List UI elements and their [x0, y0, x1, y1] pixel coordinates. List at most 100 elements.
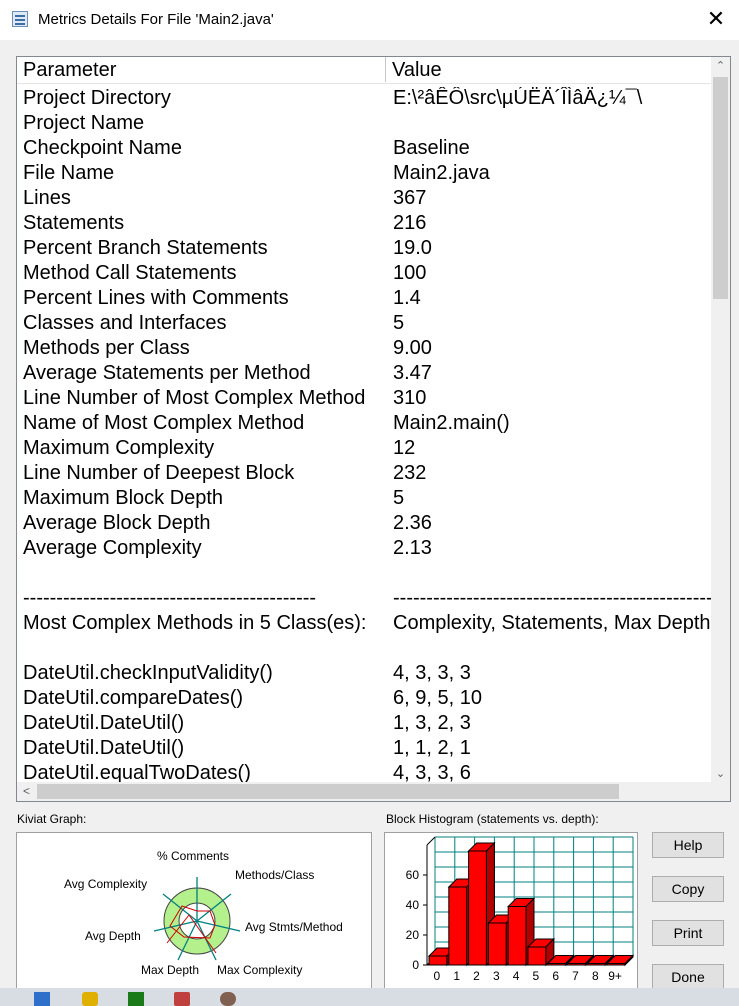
x-tick-label: 9+: [608, 969, 622, 983]
value-cell: 3.47: [393, 362, 432, 384]
table-row[interactable]: Statements 216: [17, 210, 711, 235]
histogram-bar: [547, 963, 567, 966]
table-row[interactable]: File Name Main2.java: [17, 160, 711, 185]
value-cell: 1, 3, 2, 3: [393, 712, 471, 734]
table-row[interactable]: Average Statements per Method 3.47: [17, 360, 711, 385]
table-row[interactable]: Project Directory E:\²âÊÔ\src\µÚËÄ´ÎÌâÄ¿¼…: [17, 85, 711, 110]
histogram-bar: [468, 850, 487, 966]
histogram-bar: [448, 886, 468, 966]
table-row[interactable]: Line Number of Deepest Block 232: [17, 460, 711, 485]
value-cell: 6, 9, 5, 10: [393, 687, 482, 709]
table-row[interactable]: Line Number of Most Complex Method 310: [17, 385, 711, 410]
x-tick-label: 1: [453, 969, 460, 983]
parameter-cell: ----------------------------------------…: [23, 587, 317, 609]
table-row[interactable]: Checkpoint Name Baseline: [17, 135, 711, 160]
kiviat-axis-avg-depth: Avg Depth: [85, 929, 141, 943]
table-row[interactable]: Average Complexity 2.13: [17, 535, 711, 560]
taskbar-app-icon[interactable]: [174, 992, 190, 1006]
metrics-list[interactable]: Parameter Value Project Directory E:\²âÊÔ…: [16, 56, 731, 802]
scroll-up-icon[interactable]: ⌃: [711, 57, 730, 76]
value-cell: Baseline: [393, 137, 470, 159]
table-row[interactable]: Percent Branch Statements 19.0: [17, 235, 711, 260]
parameter-cell: Line Number of Most Complex Method: [23, 387, 366, 409]
parameter-cell: Checkpoint Name: [23, 137, 182, 159]
scroll-left-icon[interactable]: <: [17, 782, 36, 801]
vertical-scroll-thumb[interactable]: [713, 77, 728, 299]
table-row[interactable]: Lines 367: [17, 185, 711, 210]
column-header-parameter[interactable]: Parameter: [17, 57, 386, 82]
y-tick-label: 40: [406, 898, 420, 912]
table-row[interactable]: DateUtil.checkInputValidity() 4, 3, 3, 3: [17, 660, 711, 685]
list-header: Parameter Value: [17, 57, 711, 84]
print-button[interactable]: Print: [652, 920, 724, 946]
taskbar-app-icon[interactable]: [128, 992, 144, 1006]
histogram-bar: [586, 963, 606, 966]
block-histogram: 0 20 40 60 0 1 2 3 4 5 6 7 8 9+: [384, 832, 638, 992]
table-row[interactable]: Maximum Complexity 12: [17, 435, 711, 460]
parameter-cell: DateUtil.compareDates(): [23, 687, 244, 709]
table-row[interactable]: DateUtil.DateUtil() 1, 3, 2, 3: [17, 710, 711, 735]
value-cell: 1.4: [393, 287, 421, 309]
table-row[interactable]: Most Complex Methods in 5 Class(es): Comp…: [17, 610, 711, 635]
table-row[interactable]: Name of Most Complex Method Main2.main(): [17, 410, 711, 435]
parameter-cell: Percent Branch Statements: [23, 237, 268, 259]
table-row[interactable]: Methods per Class 9.00: [17, 335, 711, 360]
x-tick-label: 5: [533, 969, 540, 983]
scroll-corner: [711, 782, 730, 801]
table-row[interactable]: Method Call Statements 100: [17, 260, 711, 285]
y-tick-label: 60: [406, 868, 420, 882]
parameter-cell: Percent Lines with Comments: [23, 287, 289, 309]
horizontal-scrollbar[interactable]: < >: [17, 782, 724, 801]
parameter-cell: Average Statements per Method: [23, 362, 311, 384]
histogram-bar: [606, 963, 626, 966]
vertical-scrollbar[interactable]: ⌃ ⌄: [711, 57, 730, 784]
parameter-cell: Average Complexity: [23, 537, 202, 559]
table-row[interactable]: [17, 560, 711, 585]
y-tick-label: 20: [406, 928, 420, 942]
done-button[interactable]: Done: [652, 964, 724, 990]
title-bar: Metrics Details For File 'Main2.java' ✕: [0, 0, 739, 40]
parameter-cell: Most Complex Methods in 5 Class(es):: [23, 612, 367, 634]
value-cell: 5: [393, 487, 405, 509]
list-rows: Project Directory E:\²âÊÔ\src\µÚËÄ´ÎÌâÄ¿¼…: [17, 85, 711, 782]
table-row[interactable]: Maximum Block Depth 5: [17, 485, 711, 510]
app-icon: [12, 11, 28, 27]
value-cell: Main2.java: [393, 162, 490, 184]
value-cell: 232: [393, 462, 427, 484]
kiviat-axis-avg-stmts: Avg Stmts/Method: [245, 920, 343, 934]
table-row[interactable]: ----------------------------------------…: [17, 585, 711, 610]
parameter-cell: Line Number of Deepest Block: [23, 462, 295, 484]
value-cell: 100: [393, 262, 427, 284]
table-row[interactable]: Project Name: [17, 110, 711, 135]
table-row[interactable]: Percent Lines with Comments 1.4: [17, 285, 711, 310]
parameter-cell: Lines: [23, 187, 71, 209]
value-cell: Complexity, Statements, Max Depth: [393, 612, 711, 634]
histogram-bar: [567, 963, 586, 966]
table-row[interactable]: Classes and Interfaces 5: [17, 310, 711, 335]
value-cell: 2.36: [393, 512, 432, 534]
value-cell: E:\²âÊÔ\src\µÚËÄ´ÎÌâÄ¿¼¯\: [393, 87, 643, 109]
parameter-cell: DateUtil.DateUtil(): [23, 737, 185, 759]
copy-button[interactable]: Copy: [652, 876, 724, 902]
value-cell: 9.00: [393, 337, 432, 359]
close-button[interactable]: ✕: [693, 0, 739, 40]
table-row[interactable]: DateUtil.compareDates() 6, 9, 5, 10: [17, 685, 711, 710]
table-row[interactable]: Average Block Depth 2.36: [17, 510, 711, 535]
histogram-bar: [487, 922, 507, 966]
taskbar-app-icon[interactable]: [34, 992, 50, 1006]
taskbar-app-icon[interactable]: [82, 992, 98, 1006]
parameter-cell: Methods per Class: [23, 337, 190, 359]
parameter-cell: Name of Most Complex Method: [23, 412, 305, 434]
taskbar-app-icon[interactable]: [220, 992, 236, 1006]
table-row[interactable]: [17, 635, 711, 660]
kiviat-label: Kiviat Graph:: [17, 812, 87, 826]
value-cell: 19.0: [393, 237, 432, 259]
axis-depth: [426, 836, 436, 846]
horizontal-scroll-thumb[interactable]: [37, 784, 619, 799]
column-header-value[interactable]: Value: [386, 57, 711, 82]
table-row[interactable]: DateUtil.DateUtil() 1, 1, 2, 1: [17, 735, 711, 760]
help-button[interactable]: Help: [652, 832, 724, 858]
table-row[interactable]: DateUtil.equalTwoDates() 4, 3, 3, 6: [17, 760, 711, 782]
histogram-bar: [428, 955, 448, 966]
kiviat-axis-avg-complexity: Avg Complexity: [64, 877, 148, 891]
